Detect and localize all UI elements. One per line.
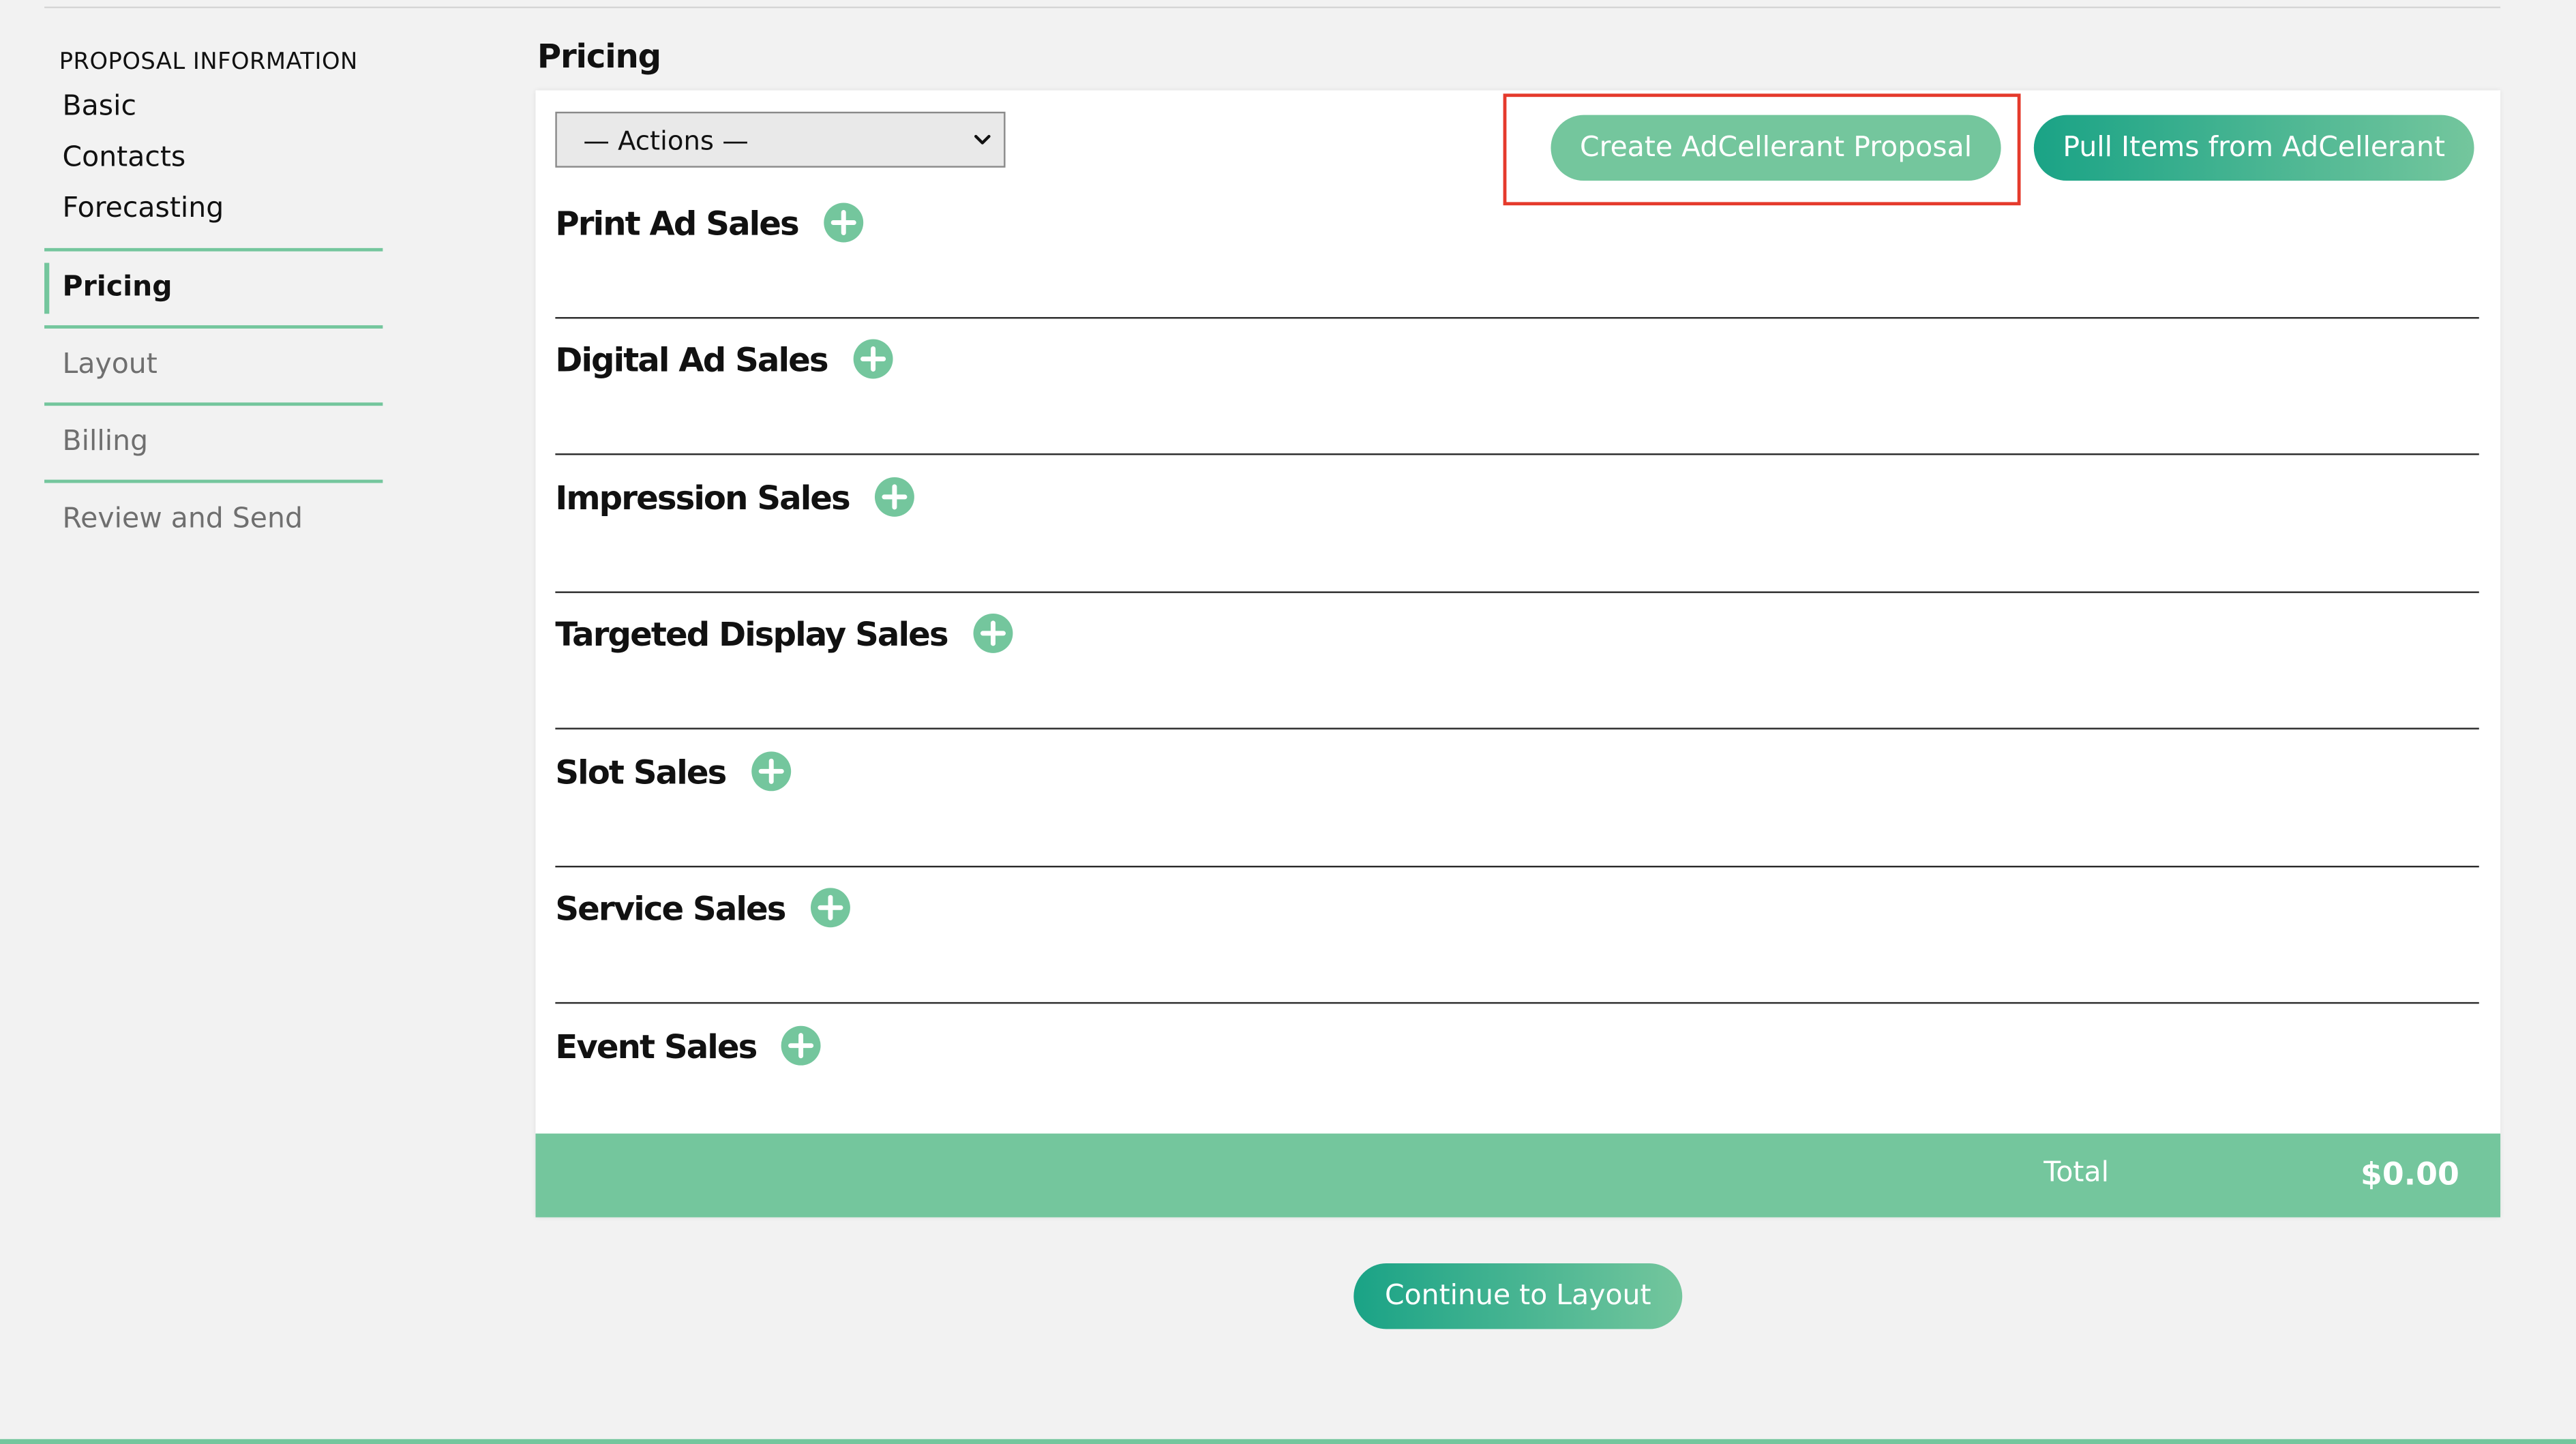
actions-select-value: — Actions — <box>583 123 749 155</box>
chevron-down-icon <box>974 134 991 145</box>
page-title: Pricing <box>537 36 661 76</box>
plus-circle-icon[interactable] <box>810 887 851 928</box>
total-label: Total <box>2043 1156 2109 1190</box>
sidebar: PROPOSAL INFORMATION Basic Contacts Fore… <box>44 49 383 557</box>
pricing-card: — Actions — Create AdCellerant Proposal … <box>535 90 2501 1218</box>
sidebar-item-contacts[interactable]: Contacts <box>44 136 383 187</box>
section-service-sales: Service Sales <box>555 866 2479 1004</box>
plus-circle-icon[interactable] <box>750 751 791 792</box>
plus-circle-icon[interactable] <box>852 338 893 379</box>
plus-circle-icon[interactable] <box>874 477 915 517</box>
section-slot-sales: Slot Sales <box>555 729 2479 868</box>
sidebar-item-basic[interactable]: Basic <box>44 85 383 136</box>
actions-select[interactable]: — Actions — <box>555 111 1006 168</box>
create-adcellerant-proposal-button[interactable]: Create AdCellerant Proposal <box>1551 115 2001 181</box>
total-value: $0.00 <box>2361 1156 2459 1193</box>
plus-circle-icon[interactable] <box>823 202 864 243</box>
top-divider <box>44 6 2501 9</box>
section-title: Service Sales <box>555 888 786 928</box>
plus-circle-icon[interactable] <box>972 613 1013 654</box>
pull-items-from-adcellerant-button[interactable]: Pull Items from AdCellerant <box>2033 115 2474 181</box>
section-title: Digital Ad Sales <box>555 339 828 379</box>
section-impression-sales: Impression Sales <box>555 455 2479 593</box>
total-bar: Total $0.00 <box>535 1133 2501 1218</box>
section-print-ad-sales: Print Ad Sales <box>555 181 2479 319</box>
section-title: Slot Sales <box>555 751 727 792</box>
sidebar-item-review-and-send[interactable]: Review and Send <box>44 483 383 556</box>
bottom-divider <box>0 1439 2576 1444</box>
continue-to-layout-button[interactable]: Continue to Layout <box>1353 1263 1683 1329</box>
sidebar-item-pricing[interactable]: Pricing <box>44 247 383 329</box>
section-title: Event Sales <box>555 1025 758 1066</box>
sidebar-item-billing[interactable]: Billing <box>44 406 383 483</box>
sidebar-item-forecasting[interactable]: Forecasting <box>44 187 383 239</box>
sidebar-header: PROPOSAL INFORMATION <box>59 49 358 76</box>
section-targeted-display-sales: Targeted Display Sales <box>555 591 2479 729</box>
section-title: Targeted Display Sales <box>555 613 948 653</box>
sidebar-item-layout[interactable]: Layout <box>44 329 383 406</box>
plus-circle-icon[interactable] <box>781 1025 822 1066</box>
section-title: Print Ad Sales <box>555 202 799 243</box>
section-title: Impression Sales <box>555 477 850 517</box>
page: PROPOSAL INFORMATION Basic Contacts Fore… <box>0 0 2576 1444</box>
section-digital-ad-sales: Digital Ad Sales <box>555 317 2479 455</box>
section-event-sales: Event Sales <box>555 1004 2478 1140</box>
